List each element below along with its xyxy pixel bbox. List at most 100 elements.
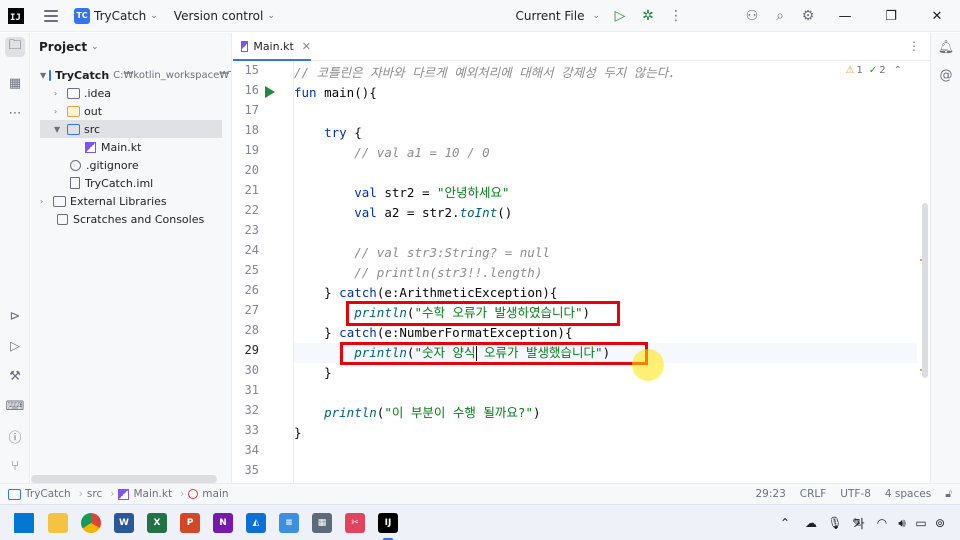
- tree-item-label: TryCatch: [55, 68, 110, 82]
- build-hammer-icon[interactable]: ⚒: [5, 366, 25, 386]
- run-icon[interactable]: ▷: [606, 2, 634, 30]
- ime-indicator[interactable]: 가: [852, 513, 866, 533]
- vertical-scrollbar[interactable]: [922, 203, 928, 378]
- line-separator[interactable]: CRLF: [800, 488, 827, 501]
- chevron-down-icon[interactable]: ▼: [40, 71, 46, 80]
- restore-button[interactable]: ❐: [868, 0, 914, 32]
- debug-icon[interactable]: ✲: [634, 2, 662, 30]
- git-branch-icon[interactable]: ⑂: [5, 456, 25, 476]
- tree-item-external-libraries[interactable]: › External Libraries: [31, 192, 231, 210]
- horizontal-scrollbar[interactable]: [31, 475, 217, 483]
- project-name[interactable]: TryCatch: [94, 9, 146, 23]
- tree-item-scratches[interactable]: Scratches and Consoles: [31, 210, 231, 228]
- file-encoding[interactable]: UTF-8: [840, 488, 871, 501]
- notifications-bell-icon[interactable]: 🔔︎: [938, 39, 955, 55]
- tree-item-out[interactable]: › out: [31, 102, 231, 120]
- tree-item-label: External Libraries: [70, 194, 167, 208]
- cursor-position[interactable]: 29:23: [755, 488, 785, 501]
- wifi-icon[interactable]: ◠: [874, 513, 890, 533]
- chevron-right-icon[interactable]: ›: [54, 107, 64, 116]
- version-control-menu[interactable]: Version control: [174, 9, 264, 23]
- app-icon[interactable]: ◭: [246, 513, 266, 533]
- code-line-30: }: [294, 363, 917, 383]
- code-line-24: // val str3:String? = null: [294, 243, 917, 263]
- problems-icon[interactable]: ⓘ: [5, 426, 25, 446]
- gear-icon[interactable]: ⚙: [794, 2, 822, 30]
- terminal-icon[interactable]: ⌨: [5, 396, 25, 416]
- project-folder-icon[interactable]: 🗀: [5, 37, 25, 57]
- onenote-icon[interactable]: N: [213, 513, 233, 533]
- ai-assistant-icon[interactable]: @: [938, 67, 954, 83]
- calculator-icon[interactable]: ▦: [312, 513, 332, 533]
- lock-icon[interactable]: 🔓︎: [945, 488, 952, 501]
- weak-warning-count: 2: [879, 65, 886, 76]
- chevron-down-icon[interactable]: ▼: [54, 125, 64, 134]
- cloud-icon[interactable]: ☁: [802, 513, 820, 533]
- breadcrumb-item[interactable]: TryCatch: [25, 488, 71, 500]
- title-bar: IJ TC TryCatch ⌄ Version control ⌄ Curre…: [0, 0, 960, 32]
- project-badge[interactable]: TC: [74, 7, 90, 24]
- chevron-down-icon[interactable]: ⌄: [267, 11, 275, 21]
- powerpoint-icon[interactable]: P: [180, 513, 200, 533]
- function-call: println: [324, 405, 377, 420]
- intellij-logo-icon[interactable]: IJ: [8, 7, 24, 24]
- battery-icon[interactable]: ▭: [913, 513, 929, 533]
- add-user-icon[interactable]: ⚇: [738, 2, 766, 30]
- line-number: 27: [244, 303, 259, 317]
- line-number: 20: [244, 163, 259, 177]
- chrome-icon[interactable]: [81, 513, 101, 533]
- code-line-15: // 코틀린은 자바와 다르게 예외처리에 대해서 강제성 두지 않는다.: [294, 63, 917, 83]
- kotlin-file-icon: [241, 40, 249, 52]
- notepad-icon[interactable]: ≡: [279, 513, 299, 533]
- main-menu-icon[interactable]: [44, 9, 58, 22]
- code-text: }: [294, 425, 302, 440]
- breadcrumb-item[interactable]: Main.kt: [133, 488, 172, 500]
- project-panel-header[interactable]: Project ⌄: [31, 33, 231, 61]
- chevron-down-icon[interactable]: ⌄: [150, 11, 158, 21]
- run-gutter-icon[interactable]: [265, 86, 275, 98]
- search-icon[interactable]: ⌕: [766, 2, 794, 30]
- chevron-up-icon[interactable]: ⌃: [778, 513, 792, 533]
- tree-item-idea[interactable]: › .idea: [31, 84, 231, 102]
- more-tools-icon[interactable]: ⋯: [5, 103, 25, 123]
- code-area[interactable]: // 코틀린은 자바와 다르게 예외처리에 대해서 강제성 두지 않는다. fu…: [294, 61, 917, 483]
- windows-start-icon[interactable]: [14, 513, 34, 533]
- breadcrumb-item[interactable]: main: [202, 488, 228, 500]
- word-icon[interactable]: W: [114, 513, 134, 533]
- chevron-up-icon[interactable]: ⌃: [894, 65, 902, 76]
- tab-main-kt[interactable]: Main.kt ✕: [233, 33, 311, 61]
- indent-setting[interactable]: 4 spaces: [885, 488, 931, 501]
- inspection-widget[interactable]: ⚠ 1 ✓ 2 ⌃: [846, 65, 903, 76]
- tree-item-trycatch[interactable]: ▼ TryCatch C:₩kotlin_workspace₩TryCatch: [31, 66, 231, 84]
- volume-icon[interactable]: 🔊︎: [894, 513, 910, 533]
- notification-icon[interactable]: ⊚: [932, 513, 948, 533]
- line-number-gutter[interactable]: 15 16 17 18 19 20 21 22 23 24 25 26 27 2…: [233, 61, 293, 483]
- tree-item-iml[interactable]: TryCatch.iml: [31, 174, 231, 192]
- excel-icon[interactable]: X: [147, 513, 167, 533]
- intellij-taskbar-icon[interactable]: IJ: [378, 513, 398, 533]
- run-tool-icon[interactable]: ▷: [5, 336, 25, 356]
- close-icon[interactable]: ✕: [302, 40, 311, 53]
- minimize-button[interactable]: —: [822, 0, 868, 32]
- run-configuration-selector[interactable]: Current File: [515, 9, 584, 23]
- code-line-32: println("이 부분이 수행 될까요?"): [294, 403, 917, 423]
- file-explorer-icon[interactable]: [48, 513, 68, 533]
- structure-icon[interactable]: ▦: [5, 73, 25, 93]
- microphone-icon[interactable]: 🎙︎: [827, 513, 842, 533]
- comment: // println(str3!!.length): [354, 265, 543, 280]
- tree-item-main-kt[interactable]: Main.kt: [31, 138, 231, 156]
- status-bar: TryCatch › src › Main.kt › main 29:23 CR…: [0, 483, 960, 504]
- line-number: 34: [244, 443, 259, 457]
- more-options-icon[interactable]: ⋮: [908, 39, 920, 53]
- chevron-right-icon[interactable]: ›: [54, 89, 64, 98]
- snipping-tool-icon[interactable]: ✂: [345, 513, 365, 533]
- more-options-icon[interactable]: ⋮: [662, 2, 690, 30]
- chevron-down-icon[interactable]: ⌄: [592, 11, 600, 21]
- close-button[interactable]: ✕: [914, 0, 960, 32]
- services-icon[interactable]: ⊳: [5, 306, 25, 326]
- tree-item-src[interactable]: ▼ src: [40, 120, 222, 138]
- chevron-right-icon[interactable]: ›: [40, 197, 50, 206]
- chevron-down-icon[interactable]: ⌄: [91, 42, 99, 52]
- breadcrumb-item[interactable]: src: [87, 488, 102, 500]
- tree-item-gitignore[interactable]: .gitignore: [31, 156, 231, 174]
